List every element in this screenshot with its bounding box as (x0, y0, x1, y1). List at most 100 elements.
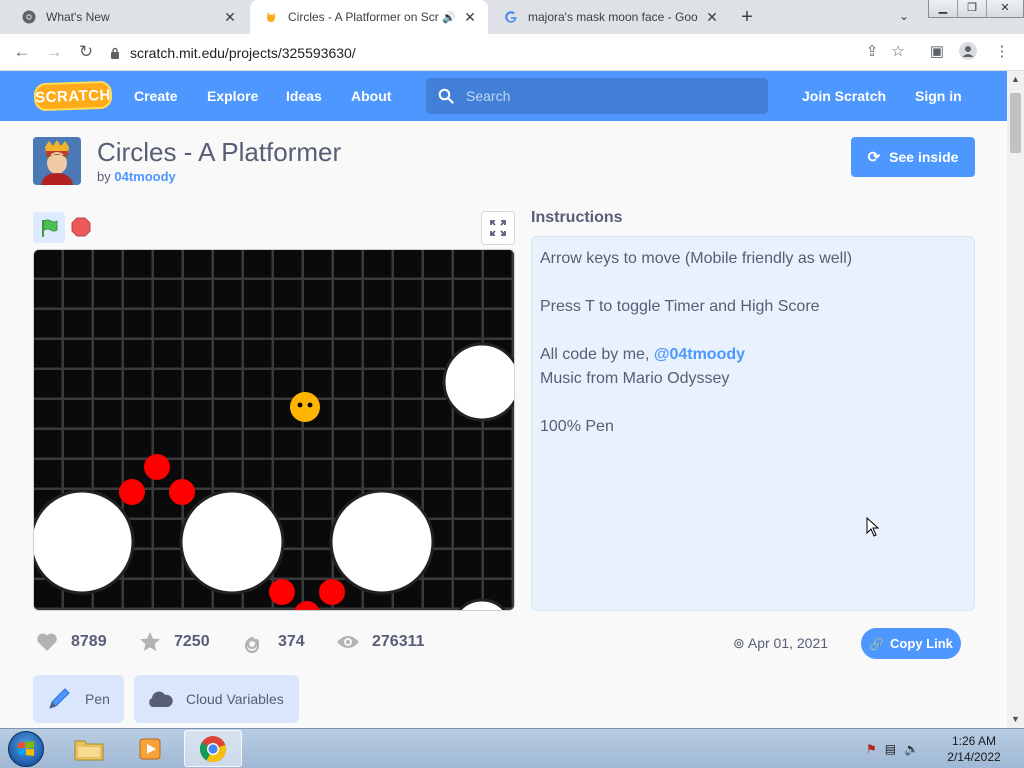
profile-icon[interactable] (958, 42, 978, 62)
nav-create[interactable]: Create (134, 71, 178, 121)
copy-link-button[interactable]: 🔗 Copy Link (861, 628, 961, 659)
platform-circle (34, 489, 135, 595)
forward-arrow-icon[interactable]: → (44, 42, 64, 62)
credit-text: All code by me, (540, 346, 650, 363)
window-controls: ▁ ❐ ✕ (928, 0, 1024, 18)
sign-in-link[interactable]: Sign in (915, 71, 962, 121)
taskbar-media-player[interactable] (121, 730, 179, 767)
join-scratch-link[interactable]: Join Scratch (802, 71, 886, 121)
minimize-button[interactable]: ▁ (929, 0, 958, 17)
see-inside-icon: ⟳ (867, 149, 881, 166)
green-flag-button[interactable] (33, 212, 65, 243)
stop-icon (71, 217, 91, 237)
platform-circle (179, 489, 285, 595)
instruction-line: Press T to toggle Timer and High Score (540, 298, 820, 315)
tab-title: Circles - A Platformer on Scr (288, 10, 439, 24)
windows-logo-icon (18, 741, 34, 756)
view-count-value: 276311 (372, 633, 425, 650)
search-placeholder: Search (466, 88, 511, 104)
pen-icon (45, 685, 73, 713)
lock-icon (111, 47, 119, 59)
volume-icon[interactable]: 🔈 (904, 742, 919, 756)
mouse-cursor-icon (866, 517, 880, 537)
address-bar[interactable]: scratch.mit.edu/projects/325593630/ (110, 39, 920, 66)
folder-icon (74, 740, 104, 760)
instruction-line: Arrow keys to move (Mobile friendly as w… (540, 250, 853, 267)
love-count[interactable]: 8789 (35, 629, 107, 655)
menu-kebab-icon[interactable]: ⋮ (992, 42, 1012, 62)
hazard-dot (144, 454, 170, 480)
speaker-icon[interactable]: 🔊 (442, 11, 456, 24)
close-tab-icon[interactable]: ✕ (704, 9, 720, 25)
tab-title: majora's mask moon face - Goo (528, 10, 698, 24)
close-tab-icon[interactable]: ✕ (222, 9, 238, 25)
copy-link-label: Copy Link (890, 636, 953, 651)
project-title: Circles - A Platformer (97, 137, 342, 167)
instruction-line: Music from Mario Odyssey (540, 370, 730, 387)
restore-button[interactable]: ❐ (958, 0, 987, 17)
tab-title: What's New (46, 10, 110, 24)
tab-whats-new[interactable]: What's New ✕ (8, 0, 248, 34)
cloud-icon (146, 685, 174, 713)
avatar[interactable] (33, 137, 81, 185)
stage-canvas[interactable] (34, 250, 514, 610)
nav-explore[interactable]: Explore (207, 71, 258, 121)
extension-cloud-variables[interactable]: Cloud Variables (134, 675, 299, 723)
new-tab-button[interactable]: + (737, 7, 757, 27)
bookmark-star-icon[interactable]: ☆ (888, 42, 908, 62)
taskbar-chrome[interactable] (184, 730, 242, 767)
close-tab-icon[interactable]: ✕ (462, 9, 478, 25)
nav-ideas[interactable]: Ideas (286, 71, 322, 121)
author-mention-link[interactable]: @04tmoody (654, 346, 745, 363)
nav-about[interactable]: About (351, 71, 391, 121)
reload-icon[interactable]: ↻ (76, 42, 96, 62)
side-panel-icon[interactable]: ▣ (927, 42, 947, 62)
search-input[interactable]: Search (426, 78, 768, 114)
stop-button[interactable] (70, 216, 92, 238)
chrome-icon (199, 735, 226, 762)
action-center-flag-icon[interactable]: ⚑ (866, 742, 877, 756)
project-page: Circles - A Platformer by 04tmoody ⟳ See… (0, 121, 1007, 728)
remix-count-value: 374 (278, 633, 305, 650)
favorite-count[interactable]: 7250 (138, 629, 210, 655)
love-count-value: 8789 (71, 633, 107, 650)
favorite-count-value: 7250 (174, 633, 210, 650)
tab-search-chevron-icon[interactable]: ⌄ (896, 9, 912, 25)
heart-icon (35, 630, 59, 654)
scroll-down-arrow-icon[interactable]: ▼ (1007, 711, 1024, 728)
player-sprite (290, 392, 320, 422)
by-label: by (97, 169, 111, 184)
google-icon (504, 10, 518, 24)
start-button[interactable] (8, 731, 44, 767)
scrollbar-thumb[interactable] (1010, 93, 1021, 153)
system-tray: ⚑ ▤ 🔈 (866, 729, 919, 768)
green-flag-icon (42, 219, 58, 237)
instruction-line: 100% Pen (540, 418, 614, 435)
tab-circles-platformer[interactable]: Circles - A Platformer on Scr 🔊 ✕ (250, 0, 488, 34)
eye-icon (336, 630, 360, 654)
hazard-dot (169, 479, 195, 505)
see-inside-button[interactable]: ⟳ See inside (851, 137, 975, 177)
scroll-up-arrow-icon[interactable]: ▲ (1007, 71, 1024, 88)
remix-count: 374 (242, 629, 305, 655)
taskbar-clock[interactable]: 1:26 AM 2/14/2022 (940, 733, 1008, 765)
tab-majoras-mask[interactable]: majora's mask moon face - Goo ✕ (490, 0, 730, 34)
page-scrollbar[interactable]: ▲ ▼ (1007, 71, 1024, 728)
taskbar-explorer[interactable] (60, 730, 118, 767)
view-count: 276311 (336, 629, 425, 655)
author-link[interactable]: 04tmoody (114, 169, 175, 184)
share-icon[interactable]: ⇪ (862, 42, 882, 62)
clock-time: 1:26 AM (951, 734, 997, 748)
fullscreen-button[interactable] (481, 211, 515, 245)
hazard-dot (119, 479, 145, 505)
network-icon[interactable]: ▤ (885, 742, 896, 756)
close-window-button[interactable]: ✕ (987, 0, 1023, 17)
project-stage[interactable] (33, 249, 515, 611)
platform-circle (442, 342, 514, 422)
platform-circle (329, 489, 435, 595)
back-arrow-icon[interactable]: ← (12, 42, 32, 62)
media-player-icon (139, 738, 161, 759)
scratch-logo[interactable]: SCRATCH (33, 80, 113, 112)
calendar-icon: ⊚ (733, 635, 748, 651)
extension-pen[interactable]: Pen (33, 675, 124, 723)
